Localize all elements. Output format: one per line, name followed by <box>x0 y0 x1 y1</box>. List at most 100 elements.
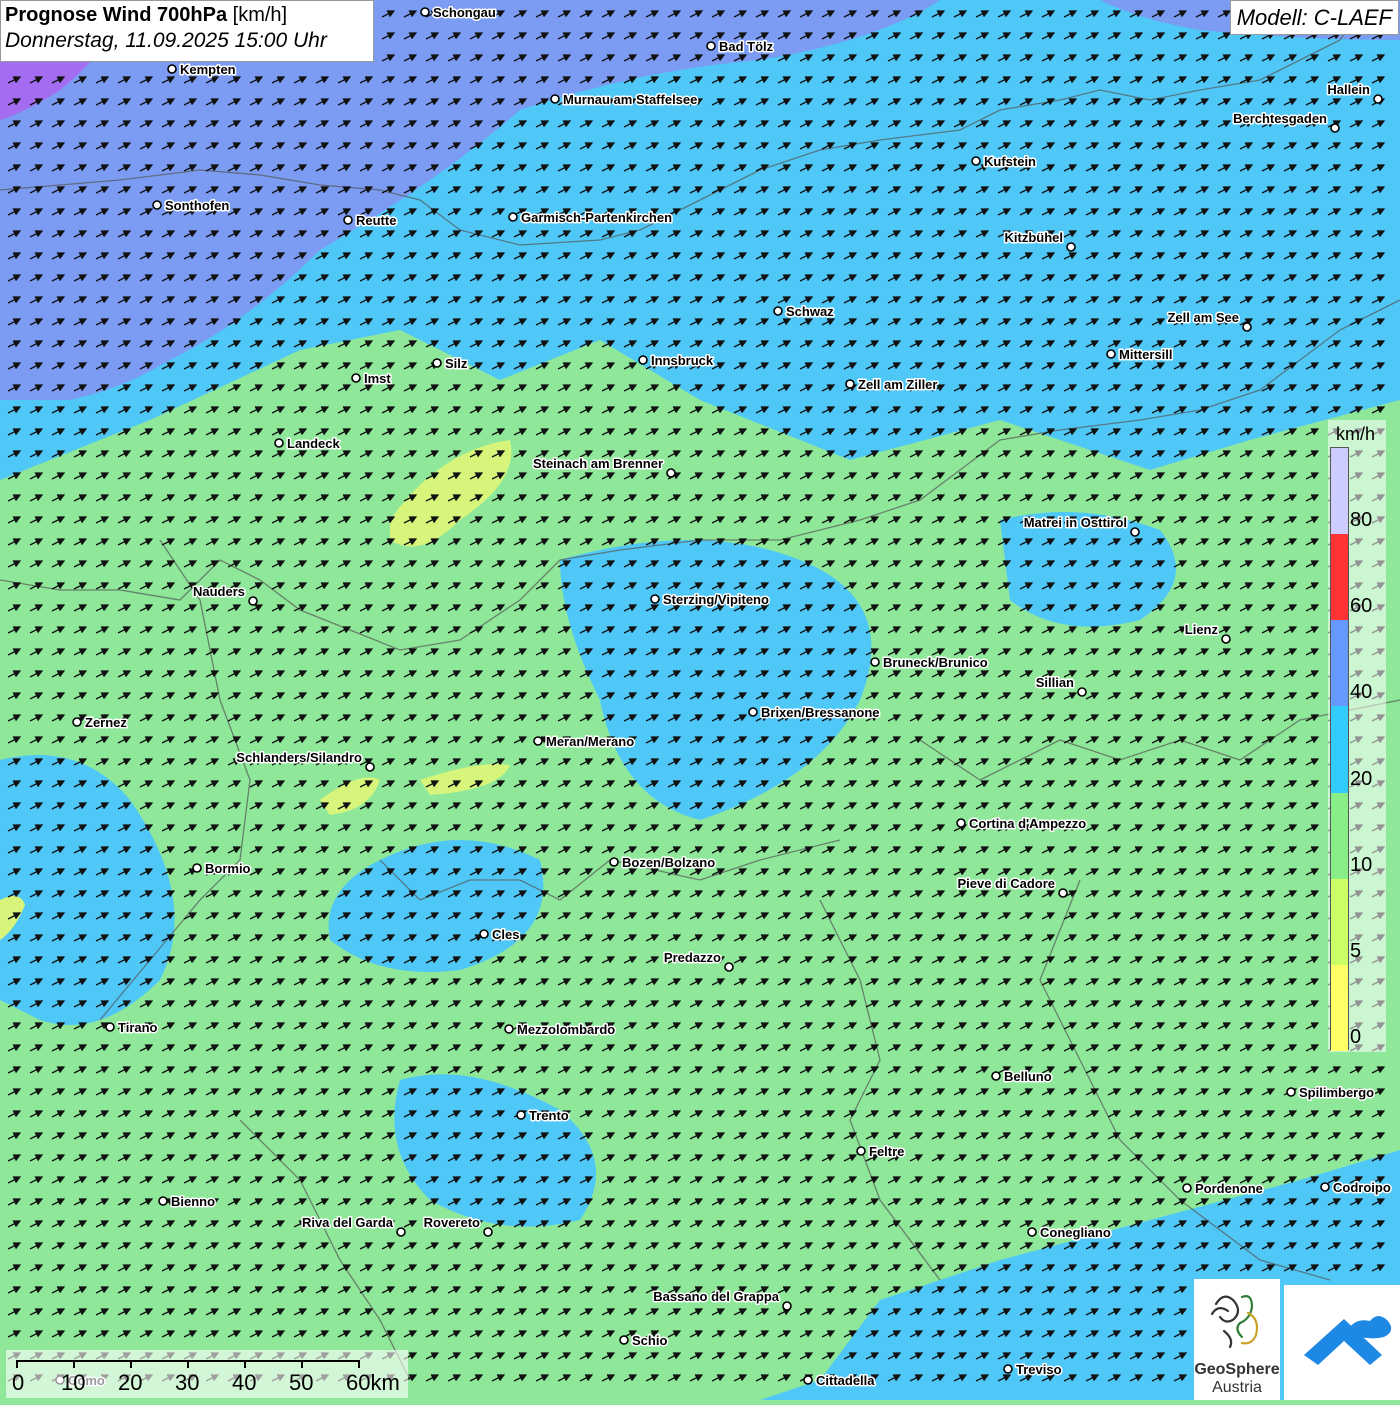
legend-label: 60 <box>1350 595 1373 618</box>
scale-tick <box>244 1360 246 1368</box>
city-dot <box>856 1146 866 1156</box>
scale-label: 20 <box>118 1370 143 1395</box>
city-label: Spilimbergo <box>1299 1085 1374 1100</box>
city-dot <box>773 306 783 316</box>
city-dot <box>666 468 676 478</box>
city-label: Silz <box>445 356 468 371</box>
city-dot <box>72 717 82 727</box>
city-label: Schwaz <box>786 304 834 319</box>
city-marker: Sterzing/Vipiteno <box>650 591 770 609</box>
scale-tick <box>358 1360 360 1368</box>
geosphere-name: GeoSphere <box>1194 1361 1280 1378</box>
city-dot <box>956 818 966 828</box>
city-label: Predazzo <box>664 950 721 965</box>
city-marker: Zell am Ziller <box>845 376 939 394</box>
city-dot <box>724 962 734 972</box>
city-dot <box>706 41 716 51</box>
city-dot <box>351 373 361 383</box>
city-label: Trento <box>529 1108 569 1123</box>
city-label: Sterzing/Vipiteno <box>663 592 769 607</box>
city-label: Hallein <box>1327 82 1370 97</box>
city-label: Kufstein <box>984 154 1036 169</box>
city-dot <box>1003 1364 1013 1374</box>
scale-tick <box>16 1360 18 1368</box>
city-dot <box>1373 94 1383 104</box>
city-label: Nauders <box>193 584 245 599</box>
city-marker: Sonthofen <box>152 197 231 215</box>
geosphere-logo: GeoSphere Austria <box>1194 1279 1280 1400</box>
city-dot <box>650 594 660 604</box>
city-dot <box>274 438 284 448</box>
city-label: Meran/Merano <box>546 734 634 749</box>
city-label: Imst <box>364 371 391 386</box>
city-marker: Spilimbergo <box>1286 1084 1376 1102</box>
city-dot <box>803 1375 813 1385</box>
city-label: Reutte <box>356 213 396 228</box>
scale-label: 60km <box>346 1370 400 1395</box>
weather-app-logo <box>1284 1285 1400 1400</box>
model-label: Modell: C-LAEF <box>1229 0 1399 35</box>
city-dot <box>1330 123 1340 133</box>
city-marker: Innsbruck <box>638 352 715 370</box>
city-dot <box>619 1335 629 1345</box>
city-marker: Garmisch-Partenkirchen <box>508 209 674 227</box>
city-label: Cles <box>492 927 519 942</box>
map-title: Prognose Wind 700hPa [km/h] <box>5 4 369 27</box>
legend-label: 5 <box>1350 939 1362 962</box>
scale-bar: 0 10 20 30 40 50 60km <box>6 1350 408 1398</box>
city-dot <box>638 355 648 365</box>
legend-color-bar <box>1330 447 1349 1051</box>
city-label: Treviso <box>1016 1362 1062 1377</box>
city-label: Bienno <box>171 1194 215 1209</box>
city-dot <box>1027 1227 1037 1237</box>
scale-label: 50 <box>289 1370 314 1395</box>
city-label: Landeck <box>287 436 341 451</box>
city-marker: Schongau <box>420 4 497 22</box>
city-marker: Brixen/Bressanone <box>748 704 881 722</box>
geosphere-emblem-icon <box>1210 1295 1259 1349</box>
city-label: Mezzolombardo <box>517 1022 615 1037</box>
city-label: Conegliano <box>1040 1225 1111 1240</box>
legend-label: 80 <box>1350 509 1373 532</box>
city-dot <box>870 657 880 667</box>
city-dot <box>782 1301 792 1311</box>
scale-tick <box>301 1360 303 1368</box>
legend-segment <box>1331 792 1348 879</box>
city-dot <box>1130 527 1140 537</box>
city-label: Steinach am Brenner <box>533 456 663 471</box>
city-marker: Bruneck/Brunico <box>870 654 989 672</box>
city-label: Bad Tölz <box>719 39 774 54</box>
city-dot <box>396 1227 406 1237</box>
legend-segment <box>1331 964 1348 1051</box>
city-label: Belluno <box>1004 1069 1052 1084</box>
city-label: Zernez <box>85 715 127 730</box>
city-dot <box>420 7 430 17</box>
city-dot <box>248 596 258 606</box>
city-marker: Cortina d'Ampezzo <box>956 815 1088 833</box>
legend-label: 0 <box>1350 1026 1362 1048</box>
city-dot <box>845 379 855 389</box>
city-marker: Meran/Merano <box>533 733 636 751</box>
legend-unit: km/h <box>1336 424 1376 444</box>
legend-label: 40 <box>1350 681 1373 704</box>
city-dot <box>991 1071 1001 1081</box>
city-marker: Mezzolombardo <box>504 1021 617 1039</box>
city-label: Pieve di Cadore <box>957 876 1055 891</box>
city-label: Murnau am Staffelsee <box>563 92 697 107</box>
city-dot <box>152 200 162 210</box>
map-title-box: Prognose Wind 700hPa [km/h] Donnerstag, … <box>0 0 374 62</box>
city-dot <box>516 1110 526 1120</box>
legend-segment <box>1331 706 1348 793</box>
city-dot <box>192 863 202 873</box>
city-label: Garmisch-Partenkirchen <box>521 210 672 225</box>
title-main: Prognose Wind 700hPa <box>5 4 228 26</box>
city-dot <box>1286 1087 1296 1097</box>
city-label: Bruneck/Brunico <box>883 655 988 670</box>
city-dot <box>1077 687 1087 697</box>
title-unit: [km/h] <box>232 4 288 26</box>
city-label: Innsbruck <box>651 353 714 368</box>
scale-label: 0 <box>12 1370 25 1395</box>
legend-label: 10 <box>1350 853 1373 876</box>
city-dot <box>483 1227 493 1237</box>
city-dot <box>1066 242 1076 252</box>
